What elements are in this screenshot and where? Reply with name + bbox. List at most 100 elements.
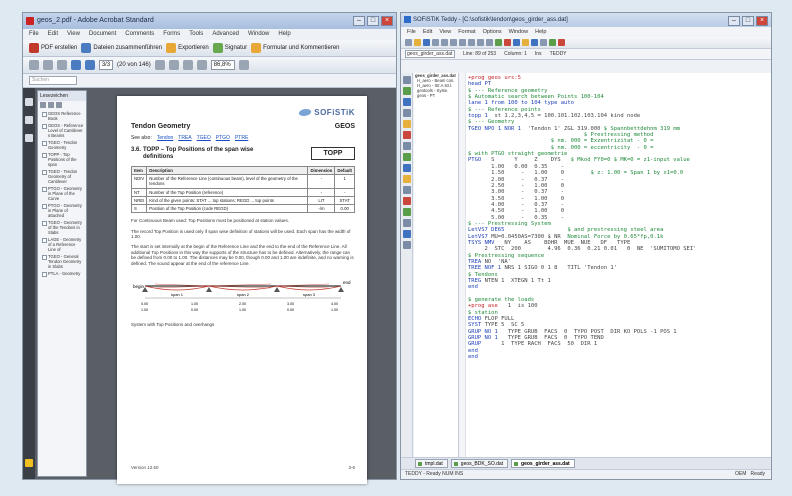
prev-page-icon[interactable]	[71, 60, 81, 70]
close-button[interactable]: ×	[381, 16, 393, 26]
menu-comments[interactable]: Comments	[125, 29, 154, 40]
bookmark-item[interactable]: GEOS - Reference Level of Cantilever s B…	[38, 122, 86, 139]
zoom-out-icon[interactable]	[182, 60, 193, 70]
menu-format[interactable]: Format	[458, 27, 475, 37]
maximize-button[interactable]: □	[367, 16, 379, 26]
side-tool-icon[interactable]	[403, 219, 411, 227]
see-also-link[interactable]: PTGO	[216, 135, 230, 141]
side-tool-icon[interactable]	[403, 109, 411, 117]
menu-edit[interactable]: Edit	[423, 27, 432, 37]
side-tool-icon[interactable]	[403, 230, 411, 238]
menu-file[interactable]: File	[407, 27, 416, 37]
code-line[interactable]: end	[468, 354, 769, 360]
cut-icon[interactable]	[441, 39, 448, 46]
side-tool-icon[interactable]	[403, 98, 411, 106]
see-also-link[interactable]: TREA	[178, 135, 191, 141]
save-icon[interactable]	[423, 39, 430, 46]
page-number-input[interactable]: 3/3	[99, 60, 113, 70]
bookmark-item[interactable]: PTLA - Geometry	[38, 270, 86, 277]
code-text[interactable]: +prog geos urs:5 head PT $ --- Reference g…	[468, 75, 769, 360]
bookmark-item[interactable]: LAGE - Geometry of a Reference Line of	[38, 236, 86, 253]
side-tool-icon[interactable]	[403, 208, 411, 216]
fit-page-icon[interactable]	[238, 60, 249, 70]
side-tool-icon[interactable]	[403, 76, 411, 84]
side-tool-icon[interactable]	[403, 164, 411, 172]
wingraf-icon[interactable]	[531, 39, 538, 46]
minimize-button[interactable]: –	[353, 16, 365, 26]
see-also-link[interactable]: TGEO	[197, 135, 211, 141]
menu-edit[interactable]: Edit	[48, 29, 58, 40]
paste-icon[interactable]	[459, 39, 466, 46]
menu-advanced[interactable]: Advanced	[212, 29, 239, 40]
bookmark-item[interactable]: TOPP - Top Positions of the span	[38, 151, 86, 168]
side-tool-icon[interactable]	[403, 186, 411, 194]
file-select[interactable]: geos_girder_ass.dat	[405, 50, 455, 58]
tree-item[interactable]: geos - PT	[414, 93, 458, 98]
bookmarks-icon[interactable]	[25, 116, 33, 124]
maximize-button[interactable]: □	[742, 16, 754, 26]
side-tool-icon[interactable]	[403, 197, 411, 205]
side-tool-icon[interactable]	[403, 142, 411, 150]
pages-icon[interactable]	[25, 98, 33, 106]
help-icon[interactable]	[558, 39, 565, 46]
side-tool-icon[interactable]	[403, 241, 411, 249]
forms-button[interactable]: Formular und Kommentieren	[251, 43, 340, 53]
menu-window[interactable]: Window	[509, 27, 529, 37]
copy-icon[interactable]	[450, 39, 457, 46]
menu-help[interactable]: Help	[535, 27, 546, 37]
zoom-in-icon[interactable]	[196, 60, 207, 70]
see-also-link[interactable]: PTRE	[235, 135, 248, 141]
create-pdf-button[interactable]: PDF erstellen	[29, 43, 77, 53]
bookmark-delete-icon[interactable]	[48, 102, 54, 108]
minimize-button[interactable]: –	[728, 16, 740, 26]
zoom-level-input[interactable]: 86,8%	[210, 60, 235, 70]
side-tool-icon[interactable]	[403, 120, 411, 128]
report-icon[interactable]	[540, 39, 547, 46]
menu-view[interactable]: View	[67, 29, 80, 40]
redo-icon[interactable]	[477, 39, 484, 46]
bookmark-item[interactable]: PTGO - Geometry in Plane of the Curve	[38, 185, 86, 202]
code-editor[interactable]: +prog geos urs:5 head PT $ --- Reference g…	[460, 73, 771, 457]
print-icon[interactable]	[432, 39, 439, 46]
document-tab[interactable]: geos_BDK_SO.dat	[450, 459, 509, 468]
menu-file[interactable]: File	[29, 29, 39, 40]
sign-button[interactable]: Signatur	[212, 43, 247, 53]
menu-tools[interactable]: Tools	[189, 29, 203, 40]
open-folder-icon[interactable]	[414, 39, 421, 46]
find-input[interactable]: Suchen	[29, 76, 77, 85]
side-tool-icon[interactable]	[403, 131, 411, 139]
select-tool-icon[interactable]	[168, 60, 179, 70]
comments-icon[interactable]	[25, 459, 33, 467]
bookmark-item[interactable]: TGEO - Geometry of the Tendons in Slabs	[38, 219, 86, 236]
menu-window[interactable]: Window	[248, 29, 269, 40]
bookmark-item[interactable]: TGEO - Tendon Geometry	[38, 139, 86, 151]
menu-forms[interactable]: Forms	[163, 29, 180, 40]
close-button[interactable]: ×	[756, 16, 768, 26]
see-also-link[interactable]: Tendon	[157, 135, 173, 141]
menu-help[interactable]: Help	[278, 29, 290, 40]
print-icon[interactable]	[43, 60, 53, 70]
combine-files-button[interactable]: Dateien zusammenführen	[81, 43, 162, 53]
bookmark-item[interactable]: TGEO - General Tendon Geometry in Slabs	[38, 253, 86, 270]
calc-icon[interactable]	[513, 39, 520, 46]
open-icon[interactable]	[29, 60, 39, 70]
next-page-icon[interactable]	[85, 60, 95, 70]
bookmark-new-icon[interactable]	[56, 102, 62, 108]
run-icon[interactable]	[495, 39, 502, 46]
new-file-icon[interactable]	[405, 39, 412, 46]
stop-icon[interactable]	[504, 39, 511, 46]
find-icon[interactable]	[486, 39, 493, 46]
document-tab[interactable]: tmpl.dat	[415, 459, 448, 468]
bookmark-item[interactable]: TGEO - Tendon Geometry of Cantilever	[38, 168, 86, 185]
undo-icon[interactable]	[468, 39, 475, 46]
bookmark-item[interactable]: GEOS Reference Book	[38, 110, 86, 122]
hand-tool-icon[interactable]	[154, 60, 165, 70]
document-tab-active[interactable]: geos_girder_ass.dat	[511, 459, 575, 468]
bookmark-options-icon[interactable]	[40, 102, 46, 108]
signatures-icon[interactable]	[25, 134, 33, 142]
results-icon[interactable]	[522, 39, 529, 46]
menu-options[interactable]: Options	[483, 27, 502, 37]
menu-document[interactable]: Document	[89, 29, 116, 40]
side-tool-icon[interactable]	[403, 175, 411, 183]
export-button[interactable]: Exportieren	[166, 43, 209, 53]
